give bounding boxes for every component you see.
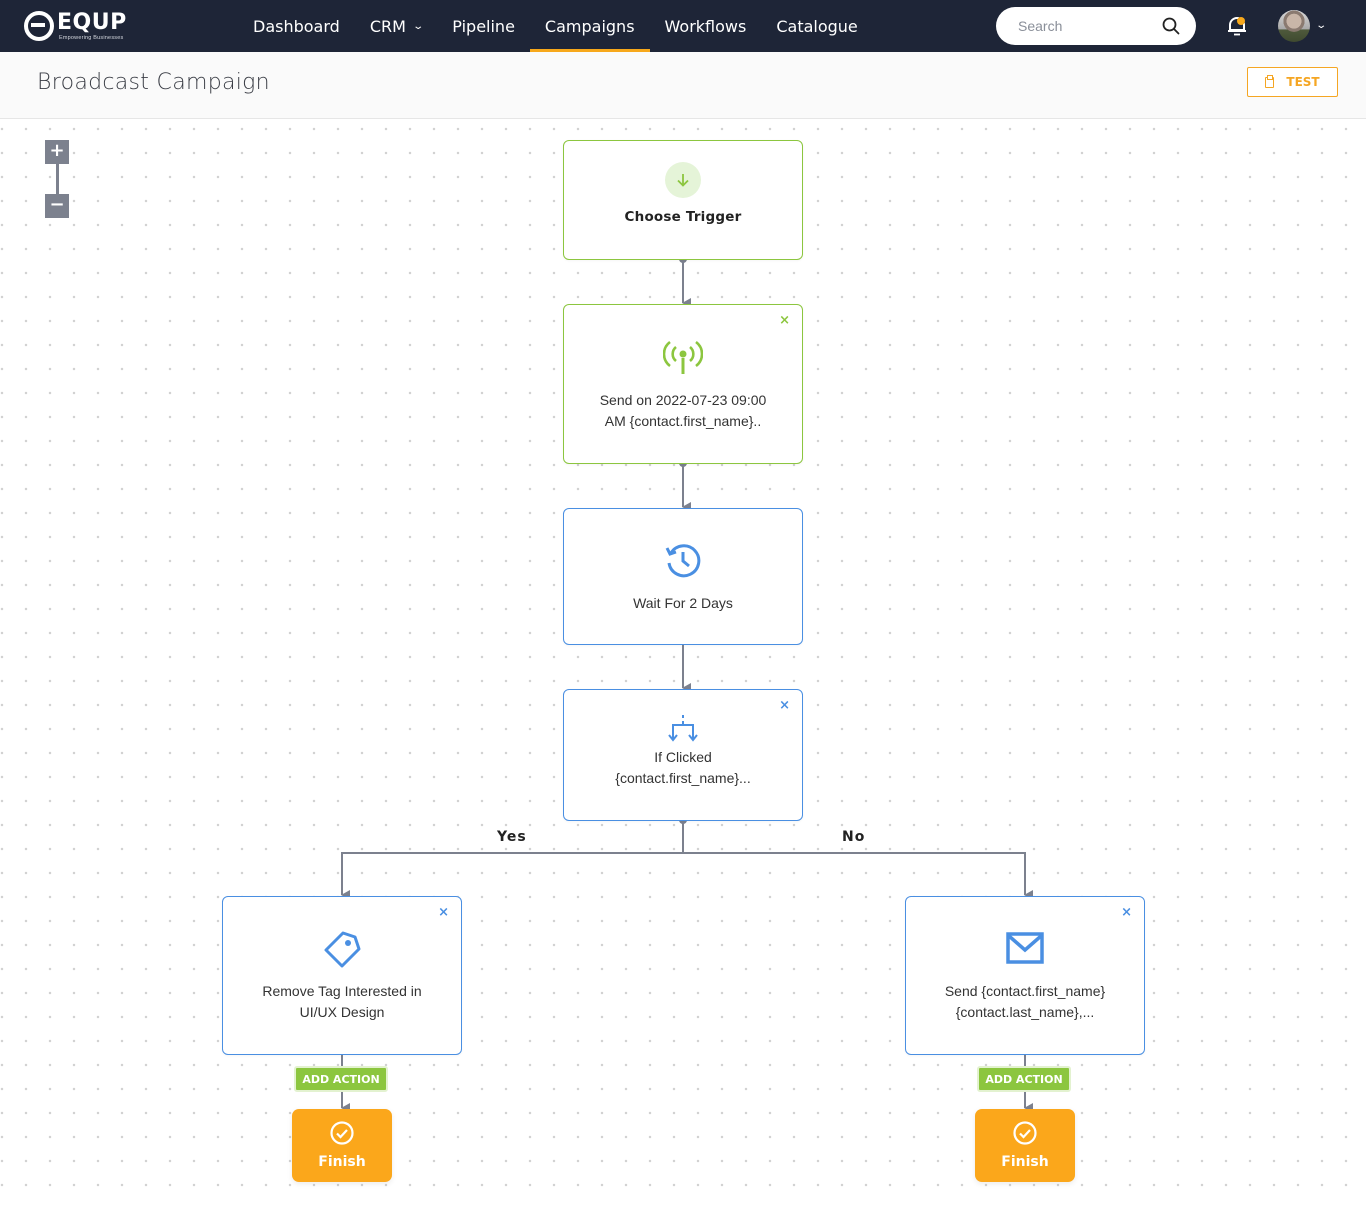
user-avatar[interactable] <box>1278 10 1310 42</box>
check-circle-icon <box>330 1121 354 1145</box>
arrow-down-icon <box>677 174 689 187</box>
send-email-line-1: Send {contact.first_name} <box>944 983 1106 999</box>
close-icon[interactable]: × <box>1121 905 1132 920</box>
nav-dashboard[interactable]: Dashboard <box>238 0 355 52</box>
nav-pipeline[interactable]: Pipeline <box>437 0 530 52</box>
workflow-canvas[interactable] <box>0 120 1366 1207</box>
main-nav: Dashboard CRM ⌄ Pipeline Campaigns Workfl… <box>238 0 873 52</box>
logo-tagline: Empowering Businesses <box>59 35 124 41</box>
remove-tag-node[interactable]: × Remove Tag Interested in UI/UX Design <box>222 896 462 1055</box>
bell-icon[interactable] <box>1226 15 1248 37</box>
send-email-node[interactable]: × Send {contact.first_name} {contact.las… <box>905 896 1145 1055</box>
nav-catalogue-label: Catalogue <box>776 16 858 36</box>
split-branch-icon <box>668 715 698 742</box>
remove-tag-line-1: Remove Tag Interested in <box>262 983 422 999</box>
remove-tag-line-2: UI/UX Design <box>299 1004 385 1020</box>
top-navbar: EQUP Empowering Businesses Dashboard CRM… <box>0 0 1366 52</box>
search-input[interactable] <box>1018 16 1158 36</box>
zoom-in-button[interactable]: + <box>45 140 69 164</box>
finish-label: Finish <box>1001 1154 1049 1170</box>
finish-node-no[interactable]: Finish <box>975 1109 1075 1182</box>
remove-tag-description: Remove Tag Interested in UI/UX Design <box>237 981 447 1023</box>
add-action-button-yes[interactable]: ADD ACTION <box>294 1066 388 1092</box>
broadcast-line-2: AM {contact.first_name}.. <box>604 413 762 429</box>
condition-line-1: If Clicked <box>654 749 712 765</box>
broadcast-description: Send on 2022-07-23 09:00 AM {contact.fir… <box>578 390 788 432</box>
broadcast-antenna-icon <box>663 340 703 374</box>
wait-label: Wait For 2 Days <box>633 595 733 611</box>
trigger-node[interactable]: Choose Trigger <box>563 140 803 260</box>
nav-workflows-label: Workflows <box>664 16 747 36</box>
test-button[interactable]: TEST <box>1247 67 1338 97</box>
close-icon[interactable]: × <box>438 905 449 920</box>
envelope-icon <box>1006 932 1044 964</box>
add-action-button-no[interactable]: ADD ACTION <box>977 1066 1071 1092</box>
condition-line-2: {contact.first_name}... <box>615 770 751 786</box>
equp-logo[interactable]: EQUP Empowering Businesses <box>24 10 134 42</box>
search-box <box>996 7 1196 45</box>
tag-icon <box>324 931 361 968</box>
branch-label-yes: Yes <box>497 829 527 845</box>
broadcast-line-1: Send on 2022-07-23 09:00 <box>599 392 767 408</box>
page-title: Broadcast Campaign <box>37 70 270 95</box>
test-button-label: TEST <box>1286 75 1320 89</box>
search-icon[interactable] <box>1162 17 1180 35</box>
chevron-down-icon: ⌄ <box>412 20 424 32</box>
chevron-down-icon[interactable]: ⌄ <box>1315 20 1327 31</box>
nav-campaigns-label: Campaigns <box>544 16 635 36</box>
wait-node[interactable]: Wait For 2 Days <box>563 508 803 645</box>
nav-workflows[interactable]: Workflows <box>650 0 762 52</box>
notification-badge <box>1237 17 1245 25</box>
nav-dashboard-label: Dashboard <box>253 16 340 36</box>
finish-node-yes[interactable]: Finish <box>292 1109 392 1182</box>
logo-mark-icon <box>24 11 54 41</box>
trigger-label: Choose Trigger <box>624 209 742 225</box>
logo-wordmark: EQUP <box>57 10 127 35</box>
close-icon[interactable]: × <box>779 698 790 713</box>
condition-description: If Clicked {contact.first_name}... <box>578 747 788 789</box>
nav-catalogue[interactable]: Catalogue <box>761 0 872 52</box>
nav-crm[interactable]: CRM ⌄ <box>355 0 437 52</box>
nav-crm-label: CRM <box>369 16 406 36</box>
clipboard-icon <box>1265 74 1275 88</box>
zoom-out-button[interactable]: − <box>45 194 69 218</box>
zoom-controls: + − <box>45 140 69 218</box>
finish-label: Finish <box>318 1154 366 1170</box>
branch-label-no: No <box>842 829 866 845</box>
zoom-slider-track <box>56 164 59 194</box>
condition-node[interactable]: × If Clicked {contact.first_name}... <box>563 689 803 821</box>
page-header: Broadcast Campaign TEST <box>0 52 1366 119</box>
send-email-description: Send {contact.first_name} {contact.last_… <box>920 981 1130 1023</box>
history-clock-icon <box>665 544 701 578</box>
check-circle-icon <box>1013 1121 1037 1145</box>
nav-campaigns[interactable]: Campaigns <box>529 0 650 52</box>
close-icon[interactable]: × <box>779 313 790 328</box>
send-email-line-2: {contact.last_name},... <box>955 1004 1095 1020</box>
trigger-icon-circle <box>665 162 701 198</box>
nav-pipeline-label: Pipeline <box>452 16 515 36</box>
broadcast-node[interactable]: × Send on 2022-07-23 09:00 AM {contact.f… <box>563 304 803 464</box>
